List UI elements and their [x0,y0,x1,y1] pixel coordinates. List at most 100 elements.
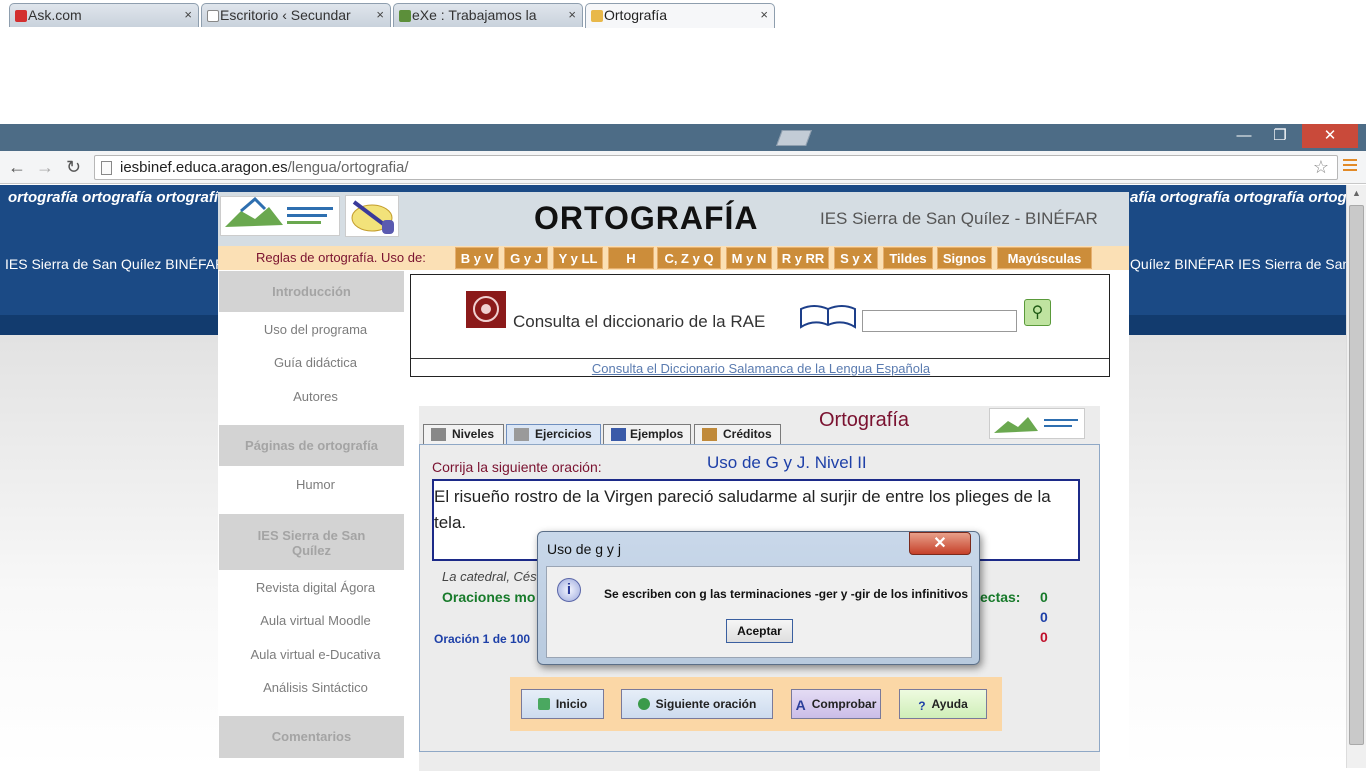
back-icon[interactable]: ← [8,157,26,178]
ortografia-icon [591,10,603,22]
inicio-button[interactable]: Inicio [521,689,604,719]
rae-label: Consulta el diccionario de la RAE [513,312,766,331]
sidebar-link-autores[interactable]: Autores [218,389,413,404]
action-buttons-bar: Inicio Siguiente oración A Comprobar ? Ayu… [510,677,1002,731]
school-name: IES Sierra de San Quílez - BINÉFAR [820,209,1098,228]
rae-seal-icon [466,291,506,328]
button-label: Ayuda [931,697,968,711]
tab-title: Ortografía [604,7,668,23]
banner-school-left: IES Sierra de San Quílez BINÉFAR [5,256,218,272]
instruction-label: Corrija la siguiente oración: [432,459,602,475]
sidebar-head-comentarios: Comentarios [219,716,404,758]
tab-creditos[interactable]: Créditos [694,424,781,445]
sentence-counter: Oración 1 de 100 [434,632,531,646]
sidebar-link-educativa[interactable]: Aula virtual e-Ducativa [218,647,413,662]
tab-niveles[interactable]: Niveles [423,424,504,445]
tab-label: Ejercicios [535,427,592,441]
rule-button-mayusculas[interactable]: Mayúsculas [997,247,1092,269]
comprobar-button[interactable]: A Comprobar [791,689,881,719]
tab-close-icon[interactable]: × [184,7,192,22]
aceptar-button[interactable]: Aceptar [726,619,793,643]
sidebar-link-guia-didactica[interactable]: Guía didáctica [218,355,413,370]
ask-icon [15,10,27,22]
button-label: Comprobar [811,697,877,711]
help-icon: ? [918,699,926,713]
rae-search-input[interactable] [862,310,1017,332]
tab-close-icon[interactable]: × [760,7,768,22]
app-title: Ortografía [819,409,910,431]
rules-bar: Reglas de ortografía. Uso de: B y V G y … [218,246,1129,270]
level-label: Uso de G y J. Nivel II [707,453,867,472]
rules-label: Reglas de ortografía. Uso de: [256,250,426,265]
restore-button[interactable]: ❐ [1262,124,1298,148]
ies-logo [220,196,340,236]
dialog-body: i Se escriben con g las terminaciones -g… [546,566,972,658]
tab-label: Ejemplos [630,427,684,441]
score-correct: 0 [1040,589,1048,605]
score-neutral: 0 [1040,609,1048,625]
rule-button-y-ll[interactable]: Y y LL [553,247,603,269]
sidebar-link-revista-agora[interactable]: Revista digital Ágora [218,580,413,595]
rule-button-m-n[interactable]: M y N [726,247,772,269]
niveles-icon [431,428,446,441]
browser-toolbar: ← → ↻ iesbinef.educa.aragon.es/lengua/or… [0,151,1366,184]
tab-ejercicios[interactable]: Ejercicios [506,424,601,445]
browser-tabstrip [0,124,1366,151]
browser-tab-ask[interactable]: Ask.com × [9,3,199,27]
close-window-button[interactable]: ✕ [1302,124,1358,148]
page-header: ORTOGRAFÍA IES Sierra de San Quílez - BI… [218,192,1129,246]
oraciones-label: Oraciones mo [442,589,536,605]
page-title: ORTOGRAFÍA [534,200,759,236]
new-tab-button[interactable] [776,130,812,146]
tab-title: eXe : Trabajamos la [412,7,537,23]
rule-button-r-rr[interactable]: R y RR [777,247,829,269]
forward-icon[interactable]: → [36,157,54,178]
rule-button-g-j[interactable]: G y J [504,247,548,269]
rule-button-tildes[interactable]: Tildes [883,247,933,269]
ejemplos-icon [611,428,626,441]
siguiente-oracion-button[interactable]: Siguiente oración [621,689,773,719]
browser-tab-exe[interactable]: eXe : Trabajamos la × [393,3,583,27]
scroll-up-icon[interactable]: ▲ [1352,188,1361,198]
main-page: ORTOGRAFÍA IES Sierra de San Quílez - BI… [218,192,1129,771]
salamanca-link[interactable]: Consulta el Diccionario Salamanca de la … [465,361,1057,376]
browser-tab-ortografia[interactable]: Ortografía × [585,3,775,28]
rule-button-b-v[interactable]: B y V [455,247,499,269]
banner-school-right: Quílez BINÉFAR IES Sierra de San Quílez … [1130,256,1346,272]
bookmark-star-icon[interactable]: ☆ [1313,157,1329,178]
tab-close-icon[interactable]: × [376,7,384,22]
check-a-icon: A [795,697,806,713]
ejercicios-icon [514,428,529,441]
button-label: Inicio [555,697,588,711]
dialog-close-button[interactable]: ✕ [909,532,971,555]
rule-button-c-z-q[interactable]: C, Z y Q [657,247,721,269]
browser-tab-escritorio[interactable]: Escritorio ‹ Secundar × [201,3,391,27]
dialog-title: Uso de g y j [547,541,621,557]
tab-ejemplos[interactable]: Ejemplos [603,424,691,445]
score-wrong: 0 [1040,629,1048,645]
sidebar-link-uso-programa[interactable]: Uso del programa [218,322,413,337]
rule-button-signos[interactable]: Signos [937,247,992,269]
scrollbar-thumb[interactable] [1349,205,1364,745]
reload-icon[interactable]: ↻ [66,157,81,178]
rule-button-h[interactable]: H [608,247,654,269]
page-scrollbar[interactable]: ▲ [1346,185,1366,768]
sidebar-link-moodle[interactable]: Aula virtual Moodle [218,613,413,628]
sidebar-link-analisis[interactable]: Análisis Sintáctico [218,680,413,695]
rae-search-box: Consulta el diccionario de la RAE ⚲ Cons… [410,274,1110,377]
sidebar-link-humor[interactable]: Humor [218,477,413,492]
next-icon [637,698,650,710]
ayuda-button[interactable]: ? Ayuda [899,689,987,719]
tab-close-icon[interactable]: × [568,7,576,22]
sentence-source: La catedral, Cés [442,569,537,584]
url-domain: iesbinef.educa.aragon.es [120,159,288,176]
minimize-button[interactable]: — [1230,124,1258,148]
rule-button-s-x[interactable]: S y X [834,247,878,269]
search-button[interactable]: ⚲ [1024,299,1051,326]
address-bar[interactable]: iesbinef.educa.aragon.es/lengua/ortograf… [94,155,1338,180]
sidebar-head-paginas: Páginas de ortografía [219,425,404,466]
page-icon [101,161,112,175]
help-dialog: Uso de g y j ✕ i Se escriben con g las t… [537,531,980,665]
correctas-label: ectas: [980,589,1021,605]
menu-icon[interactable] [1343,159,1357,173]
